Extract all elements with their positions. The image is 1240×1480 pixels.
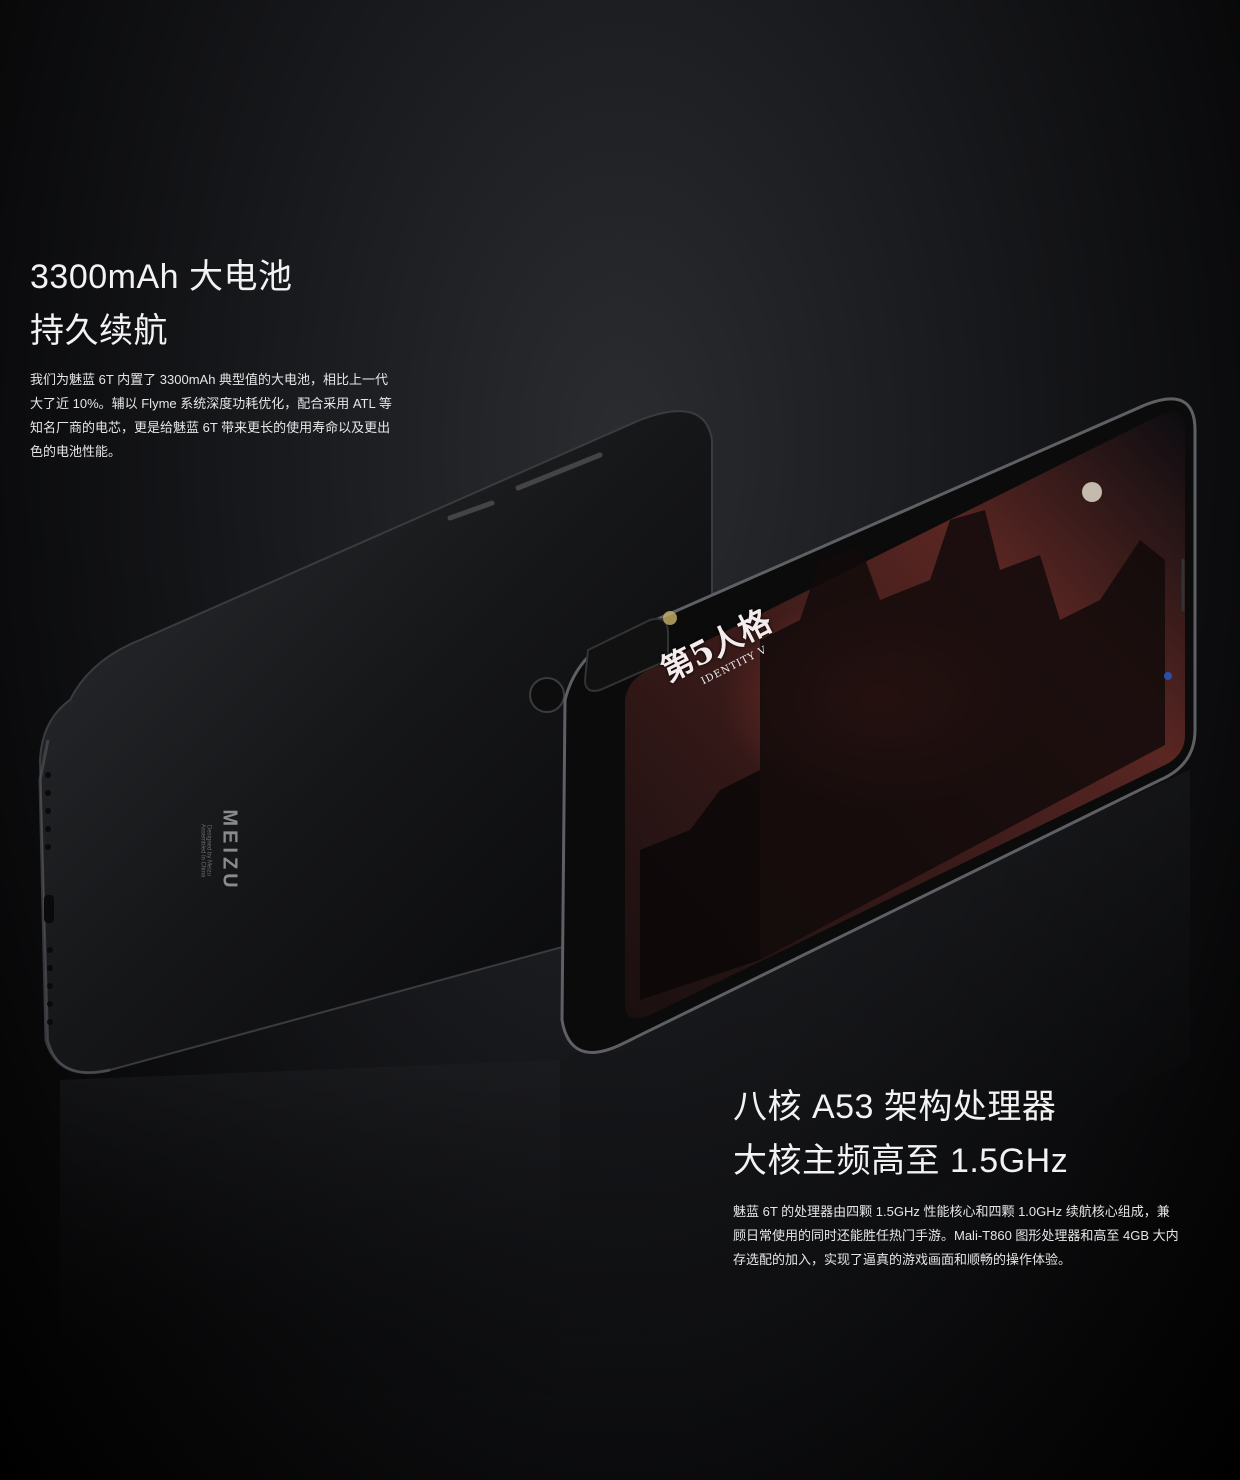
battery-description-line: 大了近 10%。辅以 Flyme 系统深度功耗优化，配合采用 ATL 等: [30, 396, 392, 411]
meizu-logo: MEIZU: [218, 809, 241, 892]
fine-print-1: Designed by Meizu: [205, 824, 212, 877]
battery-heading-line-2: 持久续航: [30, 312, 168, 350]
phone-back-branding: MEIZU Designed by Meizu Assembled in Chi…: [200, 781, 241, 921]
battery-heading-line-1: 3300mAh 大电池: [30, 258, 293, 296]
battery-description-line: 我们为魅蓝 6T 内置了 3300mAh 典型值的大电池，相比上一代: [30, 372, 389, 387]
processor-heading-line-1: 八核 A53 架构处理器: [733, 1088, 1057, 1126]
moon-icon: [1082, 482, 1102, 502]
flash-icon: [663, 611, 677, 625]
processor-description-line: 顾日常使用的同时还能胜任热门手游。Mali-T860 图形处理器和高至 4GB …: [733, 1228, 1179, 1243]
processor-heading-line-2: 大核主频高至 1.5GHz: [733, 1142, 1069, 1180]
battery-heading: 3300mAh 大电池 持久续航: [30, 250, 450, 358]
fine-print-2: Assembled in China: [199, 823, 206, 878]
processor-description-line: 存选配的加入，实现了逼真的游戏画面和顺畅的操作体验。: [733, 1252, 1072, 1267]
processor-description: 魅蓝 6T 的处理器由四颗 1.5GHz 性能核心和四颗 1.0GHz 续航核心…: [733, 1200, 1213, 1272]
front-camera-icon: [1164, 672, 1172, 680]
fingerprint-sensor-icon: [529, 677, 565, 713]
battery-description-line: 知名厂商的电芯，更是给魅蓝 6T 带来更长的使用寿命以及更出: [30, 420, 391, 435]
processor-heading: 八核 A53 架构处理器 大核主频高至 1.5GHz: [733, 1080, 1213, 1188]
battery-description-line: 色的电池性能。: [30, 444, 122, 459]
battery-description: 我们为魅蓝 6T 内置了 3300mAh 典型值的大电池，相比上一代 大了近 1…: [30, 368, 430, 464]
processor-description-line: 魅蓝 6T 的处理器由四颗 1.5GHz 性能核心和四颗 1.0GHz 续航核心…: [733, 1204, 1170, 1219]
